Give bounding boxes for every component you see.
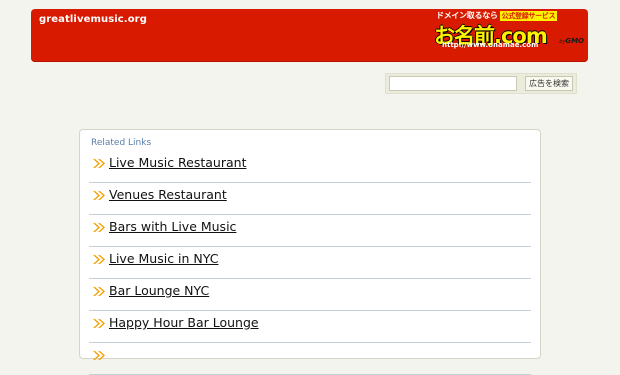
related-link[interactable]: Live Music Restaurant (109, 155, 246, 170)
list-item[interactable] (89, 343, 531, 375)
header-bar: greatlivemusic.org ドメイン取るなら 公式登録サービス お名前.… (31, 9, 588, 62)
related-links-title: Related Links (91, 138, 152, 148)
onamae-logo[interactable]: ドメイン取るなら 公式登録サービス お名前.com http://www.onam… (434, 10, 584, 51)
list-item[interactable]: Live Music in NYC (89, 247, 531, 279)
ad-search-box: 広告を検索 (385, 73, 577, 94)
gmo-brand: byGMO (559, 37, 584, 45)
related-link[interactable]: Live Music in NYC (109, 251, 218, 266)
double-chevron-right-icon (93, 223, 105, 232)
related-link[interactable]: Bar Lounge NYC (109, 283, 209, 298)
search-ads-button[interactable]: 広告を検索 (525, 76, 573, 91)
related-links-panel: Related Links Live Music Restaurant Venu… (79, 129, 541, 375)
list-item[interactable]: Venues Restaurant (89, 183, 531, 215)
logo-url: http://www.onamae.com (442, 41, 539, 49)
related-link[interactable]: Bars with Live Music (109, 219, 236, 234)
double-chevron-right-icon (93, 351, 105, 360)
double-chevron-right-icon (93, 287, 105, 296)
double-chevron-right-icon (93, 191, 105, 200)
domain-name: greatlivemusic.org (39, 14, 147, 25)
list-item[interactable]: Bars with Live Music (89, 215, 531, 247)
list-item[interactable]: Happy Hour Bar Lounge (89, 311, 531, 343)
logo-tagline-text: ドメイン取るなら (436, 11, 498, 20)
related-links-list: Live Music Restaurant Venues Restaurant … (89, 151, 531, 375)
list-item[interactable]: Live Music Restaurant (89, 151, 531, 183)
gmo-text: GMO (565, 37, 584, 45)
double-chevron-right-icon (93, 159, 105, 168)
related-link[interactable]: Happy Hour Bar Lounge (109, 315, 259, 330)
list-item[interactable]: Bar Lounge NYC (89, 279, 531, 311)
related-link[interactable]: Venues Restaurant (109, 187, 227, 202)
search-input[interactable] (389, 76, 517, 91)
double-chevron-right-icon (93, 255, 105, 264)
double-chevron-right-icon (93, 319, 105, 328)
